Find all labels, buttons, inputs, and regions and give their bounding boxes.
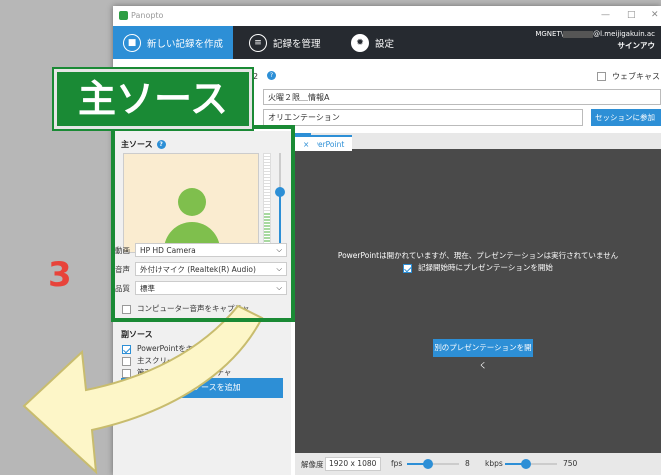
resolution-label: 解像度 [301, 460, 324, 469]
tab-settings[interactable]: ✹ 設定 [341, 26, 404, 59]
secondary-item-label: PowerPointをキャプチャ [137, 344, 224, 353]
fps-value: 8 [465, 459, 470, 468]
webcast-checkbox[interactable] [597, 72, 606, 81]
ppt-status-message: PowerPointは開かれていますが、現在、プレゼンテーションは実行されていま… [337, 251, 619, 260]
account-user: MGNET\ [535, 30, 564, 38]
fps-knob[interactable] [423, 459, 433, 469]
signout-link[interactable]: サインアウ [618, 41, 656, 50]
preview-area: PowerPoint × PowerPointは開かれていますが、現在、プレゼン… [295, 133, 661, 475]
minimize-icon[interactable]: — [601, 10, 610, 20]
session-name-value: オリエンテーション [268, 113, 340, 122]
callout-label: 主ソース [54, 69, 252, 129]
kbps-knob[interactable] [521, 459, 531, 469]
tab-create-recording[interactable]: ■ 新しい記録を作成 [113, 26, 234, 59]
resolution-value: 1920 x 1080 [329, 459, 377, 468]
top-nav: ■ 新しい記録を作成 ≡ 記録を管理 ✹ 設定 MGNET\ @l.meijiga… [113, 26, 661, 59]
add-video-source-button[interactable]: 別の動画ソースを追加 [121, 378, 283, 398]
kbps-slider[interactable] [505, 459, 557, 469]
auto-start-label: 記録開始時にプレゼンテーションを開始 [418, 263, 553, 272]
auto-start-checkbox[interactable] [403, 263, 413, 273]
resolution-select[interactable]: 1920 x 1080 ⌵ [325, 457, 381, 475]
second-screen-checkbox[interactable] [122, 368, 131, 378]
panopto-logo-icon [119, 11, 128, 20]
primary-source-highlight [111, 125, 295, 322]
secondary-item-label: 主スクリーンをキャプチャ [137, 356, 227, 365]
gear-icon: ✹ [351, 33, 369, 52]
list-icon: ≡ [249, 33, 267, 52]
tab-manage-recordings[interactable]: ≡ 記録を管理 [239, 26, 331, 59]
ppt-checkbox[interactable] [122, 344, 131, 354]
close-icon[interactable]: ✕ [651, 10, 659, 20]
close-tab-icon[interactable]: × [295, 135, 318, 151]
folder-select[interactable]: 火曜２限＿情報A [263, 89, 661, 105]
help-icon[interactable]: ? [267, 71, 276, 80]
masked-username [563, 30, 594, 38]
title-bar: Panopto — □ ✕ [113, 6, 661, 26]
tab-settings-label: 設定 [375, 38, 395, 50]
kbps-value: 750 [563, 459, 578, 468]
fps-slider[interactable] [407, 459, 459, 469]
preview-tabs: PowerPoint × [295, 133, 661, 151]
account-info: MGNET\ @l.meijigakuin.ac サインアウ [535, 29, 655, 52]
webcast-label: ウェブキャス [612, 72, 660, 81]
step-number: 3 [48, 255, 72, 295]
main-screen-checkbox[interactable] [122, 356, 131, 366]
secondary-item[interactable]: 主スクリーンをキャプチャ [122, 355, 227, 366]
app-title: Panopto [131, 11, 164, 20]
kbps-label: kbps [485, 459, 503, 468]
camera-icon: ■ [123, 33, 141, 52]
secondary-source-title: 副ソース [121, 330, 153, 339]
open-presentation-button[interactable]: 別のプレゼンテーションを開く [433, 339, 533, 370]
tab-manage-label: 記録を管理 [273, 38, 321, 50]
account-domain: @l.meijigakuin.ac [593, 30, 655, 38]
fps-label: fps [391, 459, 403, 468]
session-name-input[interactable]: オリエンテーション [263, 109, 583, 126]
secondary-item-label: 第2スクリーンをキャプチャ [137, 368, 232, 377]
session-title-partial: 2 [253, 72, 259, 81]
folder-value: 火曜２限＿情報A [268, 93, 330, 102]
secondary-item[interactable]: PowerPointをキャプチャ [122, 343, 223, 354]
encoding-bar: 解像度 1920 x 1080 ⌵ fps 8 kbps 750 [295, 453, 661, 475]
maximize-icon[interactable]: □ [627, 10, 636, 20]
join-session-button[interactable]: セッションに参加 [591, 109, 661, 126]
auto-start-option[interactable]: 記録開始時にプレゼンテーションを開始 [295, 262, 661, 273]
tab-powerpoint[interactable]: PowerPoint × [295, 133, 353, 151]
tab-create-label: 新しい記録を作成 [147, 38, 224, 50]
secondary-item[interactable]: 第2スクリーンをキャプチャ [122, 367, 231, 378]
webcast-option[interactable]: ウェブキャス [597, 71, 660, 82]
